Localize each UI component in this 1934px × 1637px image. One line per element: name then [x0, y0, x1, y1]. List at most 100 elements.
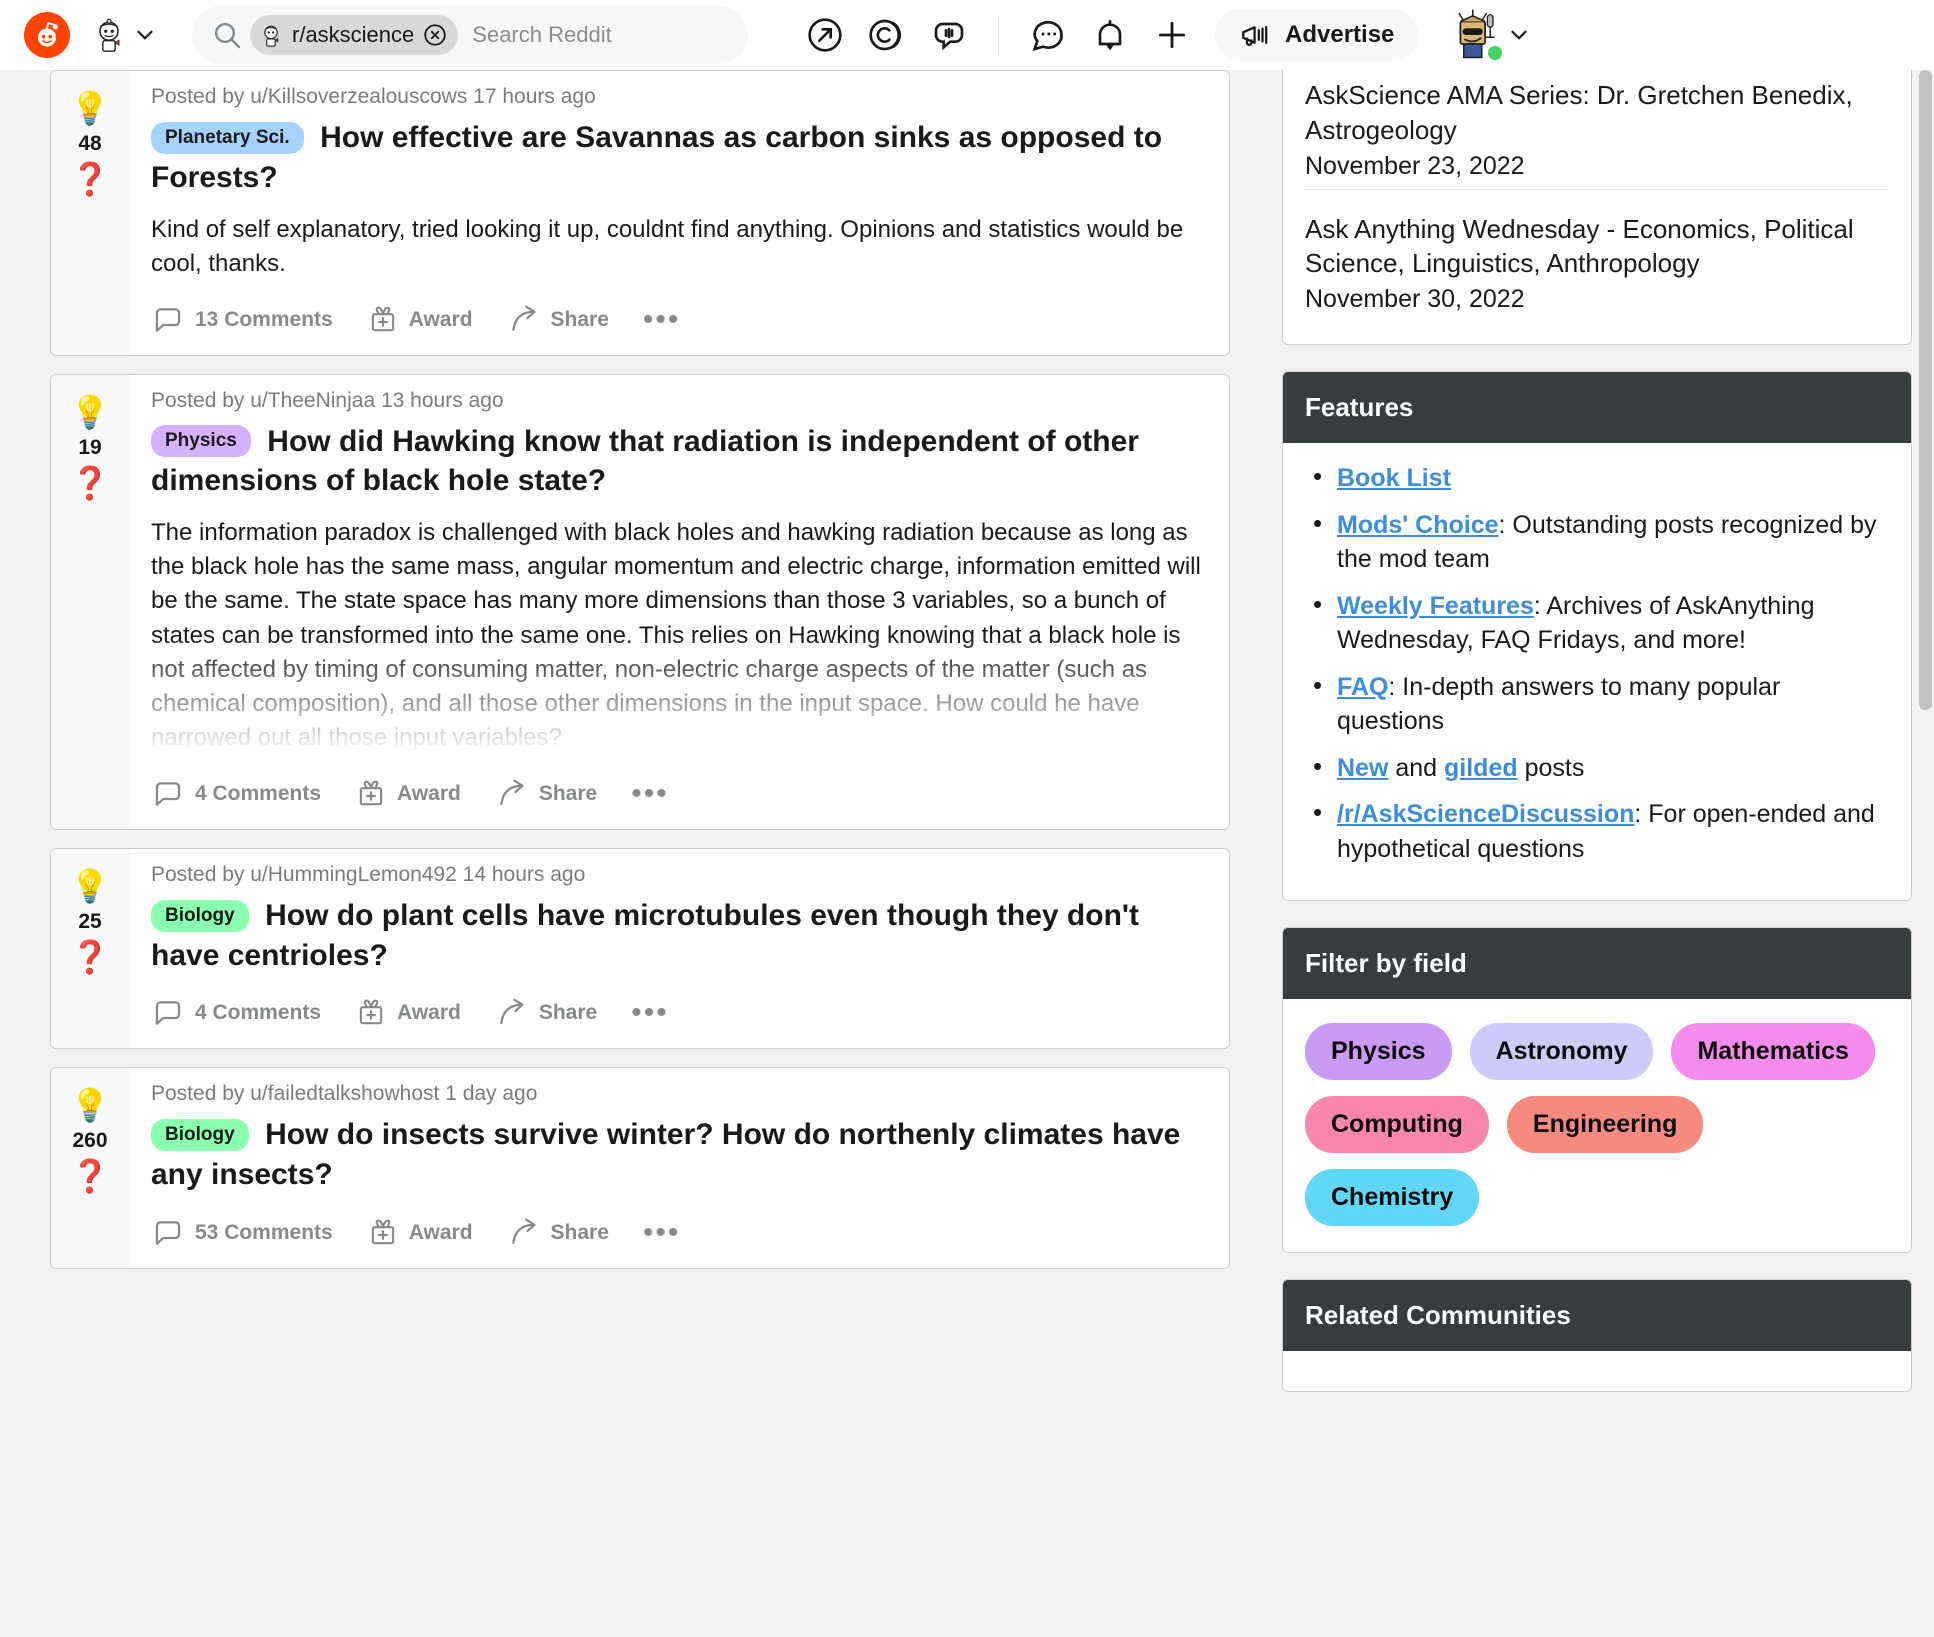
more-options-icon[interactable]: ••• [631, 998, 669, 1028]
page-scrollbar[interactable] [1916, 70, 1934, 1637]
avatar[interactable] [1448, 8, 1505, 62]
advertise-button[interactable]: Advertise [1215, 9, 1419, 61]
lightbulb-upvote-icon[interactable]: 💡 [70, 865, 110, 907]
features-list: Book List Mods' Choice: Outstanding post… [1305, 459, 1889, 866]
question-mark-downvote-icon[interactable]: ❓ [70, 462, 110, 504]
search-scope-label: r/askscience [292, 22, 415, 47]
ama-widget: AskScience AMA Series: Dr. Gretchen Bene… [1282, 58, 1912, 346]
lightbulb-upvote-icon[interactable]: 💡 [70, 391, 110, 433]
snoo-glyph-icon [38, 22, 58, 47]
ama-title[interactable]: AskScience AMA Series: Dr. Gretchen Bene… [1305, 78, 1889, 148]
award-label: Award [408, 1220, 473, 1244]
post-card[interactable]: 💡 19 ❓ Posted by u/TheeNinjaa 13 hours a… [50, 373, 1230, 830]
list-item: /r/AskScienceDiscussion: For open-ended … [1305, 795, 1889, 866]
post-content: Posted by u/failedtalkshowhost 1 day ago… [129, 1068, 1229, 1268]
award-label: Award [397, 1001, 461, 1025]
post-flair[interactable]: Physics [151, 425, 251, 458]
field-pill-mathematics[interactable]: Mathematics [1671, 1023, 1875, 1081]
more-options-icon[interactable]: ••• [643, 1217, 681, 1247]
post-title[interactable]: How do plant cells have microtubules eve… [151, 899, 1139, 972]
question-mark-downvote-icon[interactable]: ❓ [70, 158, 110, 200]
clear-x-icon[interactable] [422, 22, 448, 48]
post-title-row: Biology How do plant cells have microtub… [151, 897, 1211, 975]
post-flair[interactable]: Biology [151, 899, 249, 932]
notifications-bell-icon[interactable] [1083, 8, 1137, 62]
post-flair[interactable]: Biology [151, 1119, 249, 1152]
award-button[interactable]: Award [355, 997, 461, 1029]
book-list-link[interactable]: Book List [1337, 464, 1451, 492]
field-pill-computing[interactable]: Computing [1305, 1096, 1489, 1154]
mods-choice-link[interactable]: Mods' Choice [1337, 511, 1499, 539]
page-body: 💡 48 ❓ Posted by u/Killsoverzealouscows … [0, 58, 1934, 1637]
faq-link[interactable]: FAQ [1337, 673, 1388, 701]
post-card[interactable]: 💡 48 ❓ Posted by u/Killsoverzealouscows … [50, 70, 1230, 356]
popular-arrow-icon[interactable] [798, 8, 852, 62]
share-label: Share [538, 1001, 598, 1025]
field-pill-physics[interactable]: Physics [1305, 1023, 1452, 1081]
post-body: Kind of self explanatory, tried looking … [151, 215, 1184, 277]
create-plus-icon[interactable] [1145, 8, 1199, 62]
field-pill-astronomy[interactable]: Astronomy [1469, 1023, 1654, 1081]
new-posts-link[interactable]: New [1337, 754, 1388, 782]
post-title-row: Biology How do insects survive winter? H… [151, 1116, 1211, 1194]
post-flair[interactable]: Planetary Sci. [151, 121, 304, 154]
post-title-row: Physics How did Hawking know that radiat… [151, 423, 1211, 501]
comments-button[interactable]: 4 Comments [151, 777, 321, 811]
user-menu[interactable] [1448, 8, 1532, 62]
post-title[interactable]: How did Hawking know that radiation is i… [151, 425, 1139, 498]
share-button[interactable]: Share [507, 1216, 609, 1250]
lightbulb-upvote-icon[interactable]: 💡 [70, 1084, 110, 1126]
question-mark-downvote-icon[interactable]: ❓ [70, 1155, 110, 1197]
field-pill-engineering[interactable]: Engineering [1506, 1096, 1704, 1154]
more-options-icon[interactable]: ••• [643, 304, 681, 334]
award-gift-icon [359, 1000, 383, 1025]
chat-bubble-icon[interactable] [922, 8, 976, 62]
coins-icon[interactable] [860, 8, 914, 62]
scrollbar-thumb[interactable] [1919, 70, 1932, 710]
question-mark-downvote-icon[interactable]: ❓ [70, 936, 110, 978]
post-meta: Posted by u/HummingLemon492 14 hours ago [151, 862, 586, 886]
list-item: Weekly Features: Archives of AskAnything… [1305, 587, 1889, 658]
post-card[interactable]: 💡 25 ❓ Posted by u/HummingLemon492 14 ho… [50, 847, 1230, 1050]
field-pill-chemistry[interactable]: Chemistry [1305, 1169, 1480, 1227]
award-button[interactable]: Award [367, 1217, 473, 1249]
weekly-features-link[interactable]: Weekly Features [1337, 592, 1534, 620]
subreddit-selector[interactable] [90, 16, 158, 54]
vote-column: 💡 19 ❓ [51, 374, 129, 829]
share-label: Share [538, 781, 598, 805]
ama-item[interactable]: Ask Anything Wednesday - Economics, Poli… [1305, 188, 1889, 323]
share-button[interactable]: Share [507, 303, 609, 337]
search-scope-chip[interactable]: r/askscience [250, 15, 459, 55]
post-actions: 4 Comments Award Share ••• [151, 996, 1211, 1038]
ama-item[interactable]: AskScience AMA Series: Dr. Gretchen Bene… [1305, 64, 1889, 189]
award-button[interactable]: Award [355, 778, 461, 810]
post-card[interactable]: 💡 260 ❓ Posted by u/failedtalkshowhost 1… [50, 1067, 1230, 1269]
post-title[interactable]: How do insects survive winter? How do no… [151, 1118, 1180, 1191]
messages-icon[interactable] [1021, 8, 1075, 62]
gilded-posts-link[interactable]: gilded [1444, 754, 1518, 782]
award-button[interactable]: Award [367, 304, 473, 336]
comments-button[interactable]: 13 Comments [151, 303, 333, 337]
ama-title[interactable]: Ask Anything Wednesday - Economics, Poli… [1305, 212, 1889, 282]
share-label: Share [550, 307, 609, 331]
search-bar[interactable]: r/askscience Search Reddit [192, 6, 748, 64]
related-communities-widget: Related Communities [1282, 1279, 1912, 1393]
vote-score: 260 [72, 1129, 108, 1153]
list-item: New and gilded posts [1305, 749, 1889, 786]
comment-bubble-icon [155, 307, 181, 332]
askscience-discussion-link[interactable]: /r/AskScienceDiscussion [1337, 800, 1634, 828]
vote-score: 19 [78, 435, 102, 459]
right-sidebar: AskScience AMA Series: Dr. Gretchen Bene… [1282, 58, 1912, 1418]
reddit-logo-icon[interactable] [24, 12, 70, 58]
comment-bubble-icon [155, 782, 181, 806]
share-button[interactable]: Share [495, 777, 597, 811]
lightbulb-upvote-icon[interactable]: 💡 [70, 87, 110, 129]
comments-button[interactable]: 53 Comments [151, 1216, 333, 1250]
search-input-placeholder[interactable]: Search Reddit [472, 22, 611, 48]
comment-bubble-icon [155, 1221, 181, 1245]
share-button[interactable]: Share [495, 996, 597, 1030]
more-options-icon[interactable]: ••• [631, 778, 669, 808]
header-divider [998, 15, 999, 55]
chevron-down-icon[interactable] [1506, 22, 1532, 48]
comments-button[interactable]: 4 Comments [151, 996, 321, 1030]
